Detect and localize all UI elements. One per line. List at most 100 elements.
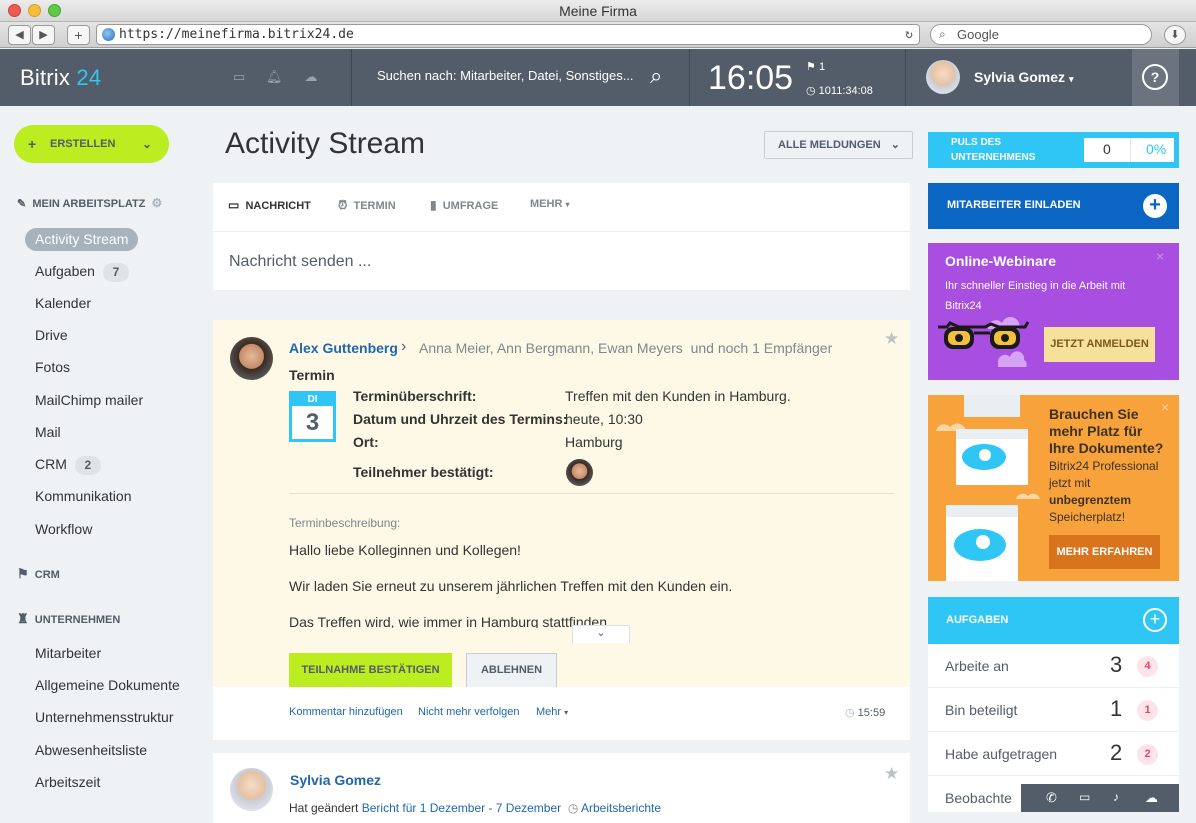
sidebar-item-drive[interactable]: Drive — [35, 327, 68, 343]
cloud-icon[interactable]: ☁ — [1145, 790, 1158, 806]
sidebar-item-label: Aufgaben — [35, 263, 95, 280]
chat-icon[interactable]: ▭ — [231, 69, 247, 85]
unfollow-link[interactable]: Nicht mehr verfolgen — [418, 706, 520, 718]
webinar-text-line: Ihr schneller Einstieg in die Arbeit mit — [945, 280, 1126, 292]
feed-post: Alex Guttenberg › Anna Meier, Ann Bergma… — [213, 320, 910, 740]
close-icon[interactable]: × — [1156, 248, 1164, 264]
invite-employees-button[interactable]: MITARBEITER EINLADEN + — [928, 183, 1179, 229]
cloud-icon[interactable]: ☁ — [303, 69, 319, 85]
brand-logo[interactable]: Bitrix 24 — [20, 65, 101, 91]
create-button[interactable]: + ERSTELLEN ⌄ — [14, 125, 169, 163]
sidebar-item-aufgaben[interactable]: Aufgaben 7 — [35, 263, 129, 282]
sidebar-item-kalender[interactable]: Kalender — [35, 295, 91, 311]
task-row[interactable]: Arbeite an 3 4 — [928, 644, 1179, 688]
add-task-icon[interactable]: + — [1143, 608, 1167, 632]
sidebar-item-dokumente[interactable]: Allgemeine Dokumente — [35, 677, 180, 693]
post-author[interactable]: Alex Guttenberg — [289, 340, 398, 356]
browser-search-input[interactable]: ⌕ Google — [930, 24, 1152, 45]
more-link[interactable]: Mehr ▾ — [536, 706, 568, 718]
url-bar[interactable]: https://meinefirma.bitrix24.de ↻ — [96, 24, 920, 45]
minimize-window-button[interactable] — [28, 4, 41, 17]
author-avatar[interactable] — [230, 337, 273, 380]
forward-button[interactable]: ▶ — [32, 25, 55, 45]
user-menu[interactable]: Sylvia Gomez ▾ — [974, 69, 1073, 85]
header-search-input[interactable]: Suchen nach: Mitarbeiter, Datei, Sonstig… — [377, 68, 634, 83]
post-recipients[interactable]: Anna Meier, Ann Bergmann, Ewan Meyers un… — [419, 340, 832, 356]
report-link[interactable]: Bericht für 1 Dezember - 7 Dezember — [362, 801, 561, 815]
storage-title-line: Ihre Dokumente? — [1049, 440, 1164, 456]
sidebar-item-crm[interactable]: CRM 2 — [35, 456, 101, 475]
recipients-more[interactable]: und noch 1 Empfänger — [691, 340, 833, 356]
task-row[interactable]: Bin beteiligt 1 1 — [928, 688, 1179, 732]
user-name: Sylvia Gomez — [974, 69, 1066, 85]
search-icon[interactable]: ⌕ — [650, 63, 662, 89]
tasks-header[interactable]: AUFGABEN + — [928, 597, 1179, 644]
attendee-avatar[interactable] — [566, 459, 593, 486]
confirm-button[interactable]: TEILNAHME BESTÄTIGEN — [289, 653, 452, 688]
sidebar-item-fotos[interactable]: Fotos — [35, 359, 70, 375]
register-button[interactable]: JETZT ANMELDEN — [1044, 327, 1155, 362]
company-group[interactable]: ♜ UNTERNEHMEN — [17, 611, 120, 627]
pulse-percent: 0% — [1146, 141, 1167, 157]
sidebar-item-struktur[interactable]: Unternehmensstruktur — [35, 709, 174, 725]
chevron-right-icon: › — [401, 338, 407, 355]
star-icon[interactable]: ★ — [884, 764, 899, 784]
sidebar-item-kommunikation[interactable]: Kommunikation — [35, 488, 132, 504]
reload-icon[interactable]: ↻ — [905, 25, 913, 44]
alarm-icon: ⏰︎ — [338, 198, 348, 212]
help-button[interactable]: ? — [1142, 64, 1168, 90]
gear-icon[interactable]: ⚙ — [152, 196, 163, 210]
user-avatar[interactable] — [926, 60, 960, 94]
webinar-banner[interactable]: × Online-Webinare Ihr schneller Einstieg… — [928, 243, 1179, 380]
invite-label: MITARBEITER EINLADEN — [947, 199, 1081, 211]
new-tab-button[interactable]: + — [67, 25, 90, 45]
workspace-group[interactable]: ✎ MEIN ARBEITSPLATZ ⚙ — [17, 196, 162, 210]
storage-banner[interactable]: × Brauchen Sie mehr Platz für Ihre Dokumen… — [928, 395, 1179, 581]
add-comment-link[interactable]: Kommentar hinzufügen — [289, 706, 403, 718]
downloads-button[interactable]: ⬇ — [1164, 25, 1186, 45]
tab-message[interactable]: ▭ NACHRICHT — [228, 198, 311, 212]
download-icon: ⬇ — [1170, 29, 1180, 41]
header-separator — [689, 49, 690, 106]
sidebar-item-mailchimp[interactable]: MailChimp mailer — [35, 392, 143, 408]
company-pulse-widget[interactable]: PULS DES UNTERNEHMENS 0 0% — [928, 132, 1179, 168]
task-count: 1 — [1110, 696, 1123, 721]
bell-icon[interactable]: 🔔︎ — [266, 69, 283, 85]
task-row[interactable]: Habe aufgetragen 2 2 — [928, 732, 1179, 776]
sidebar-item-arbeitszeit[interactable]: Arbeitszeit — [35, 774, 100, 790]
tab-event[interactable]: ⏰︎ TERMIN — [338, 198, 396, 213]
tab-more[interactable]: MEHR ▾ — [530, 198, 569, 210]
sidebar-item-mitarbeiter[interactable]: Mitarbeiter — [35, 645, 101, 661]
flag-counter[interactable]: ⚑ 1 — [806, 60, 825, 73]
subject-value[interactable]: Treffen mit den Kunden in Hamburg. — [565, 388, 791, 404]
zoom-window-button[interactable] — [48, 4, 61, 17]
brand-number: 24 — [76, 65, 102, 90]
filter-dropdown[interactable]: ALLE MELDUNGEN ⌄ — [764, 131, 913, 159]
flag-count: 1 — [818, 61, 826, 73]
author-avatar[interactable] — [230, 768, 273, 811]
message-input[interactable]: Nachricht senden ... — [213, 231, 910, 290]
sidebar-item-abwesenheit[interactable]: Abwesenheitsliste — [35, 742, 147, 758]
expand-button[interactable]: ⌄ — [572, 625, 630, 643]
sidebar-item-mail[interactable]: Mail — [35, 424, 61, 440]
author-name: Alex Guttenberg — [289, 340, 398, 356]
star-icon[interactable]: ★ — [884, 329, 899, 349]
back-button[interactable]: ◀ — [8, 25, 31, 45]
description-line: Hallo liebe Kolleginnen und Kollegen! — [289, 542, 521, 558]
crm-group-label: CRM — [34, 569, 60, 581]
sidebar-item-activity-stream[interactable]: Activity Stream — [25, 228, 139, 251]
sidebar-item-workflow[interactable]: Workflow — [35, 521, 92, 537]
bell-icon[interactable]: ♪ — [1113, 790, 1119, 804]
category-link[interactable]: Arbeitsberichte — [581, 801, 661, 815]
decline-button[interactable]: ABLEHNEN — [466, 653, 557, 688]
page-title: Activity Stream — [225, 127, 426, 160]
work-timer[interactable]: ◷ 1011:34:08 — [806, 84, 873, 97]
phone-icon[interactable]: ✆ — [1046, 790, 1057, 806]
crm-group[interactable]: ⚑ CRM — [17, 566, 60, 582]
learn-more-button[interactable]: MEHR ERFAHREN — [1049, 535, 1160, 569]
clock[interactable]: 16:05 — [708, 59, 793, 98]
close-window-button[interactable] — [8, 4, 21, 17]
tab-poll[interactable]: ▮ UMFRAGE — [430, 198, 498, 212]
chat-icon[interactable]: ▭ — [1079, 790, 1090, 804]
post-author[interactable]: Sylvia Gomez — [290, 772, 381, 788]
